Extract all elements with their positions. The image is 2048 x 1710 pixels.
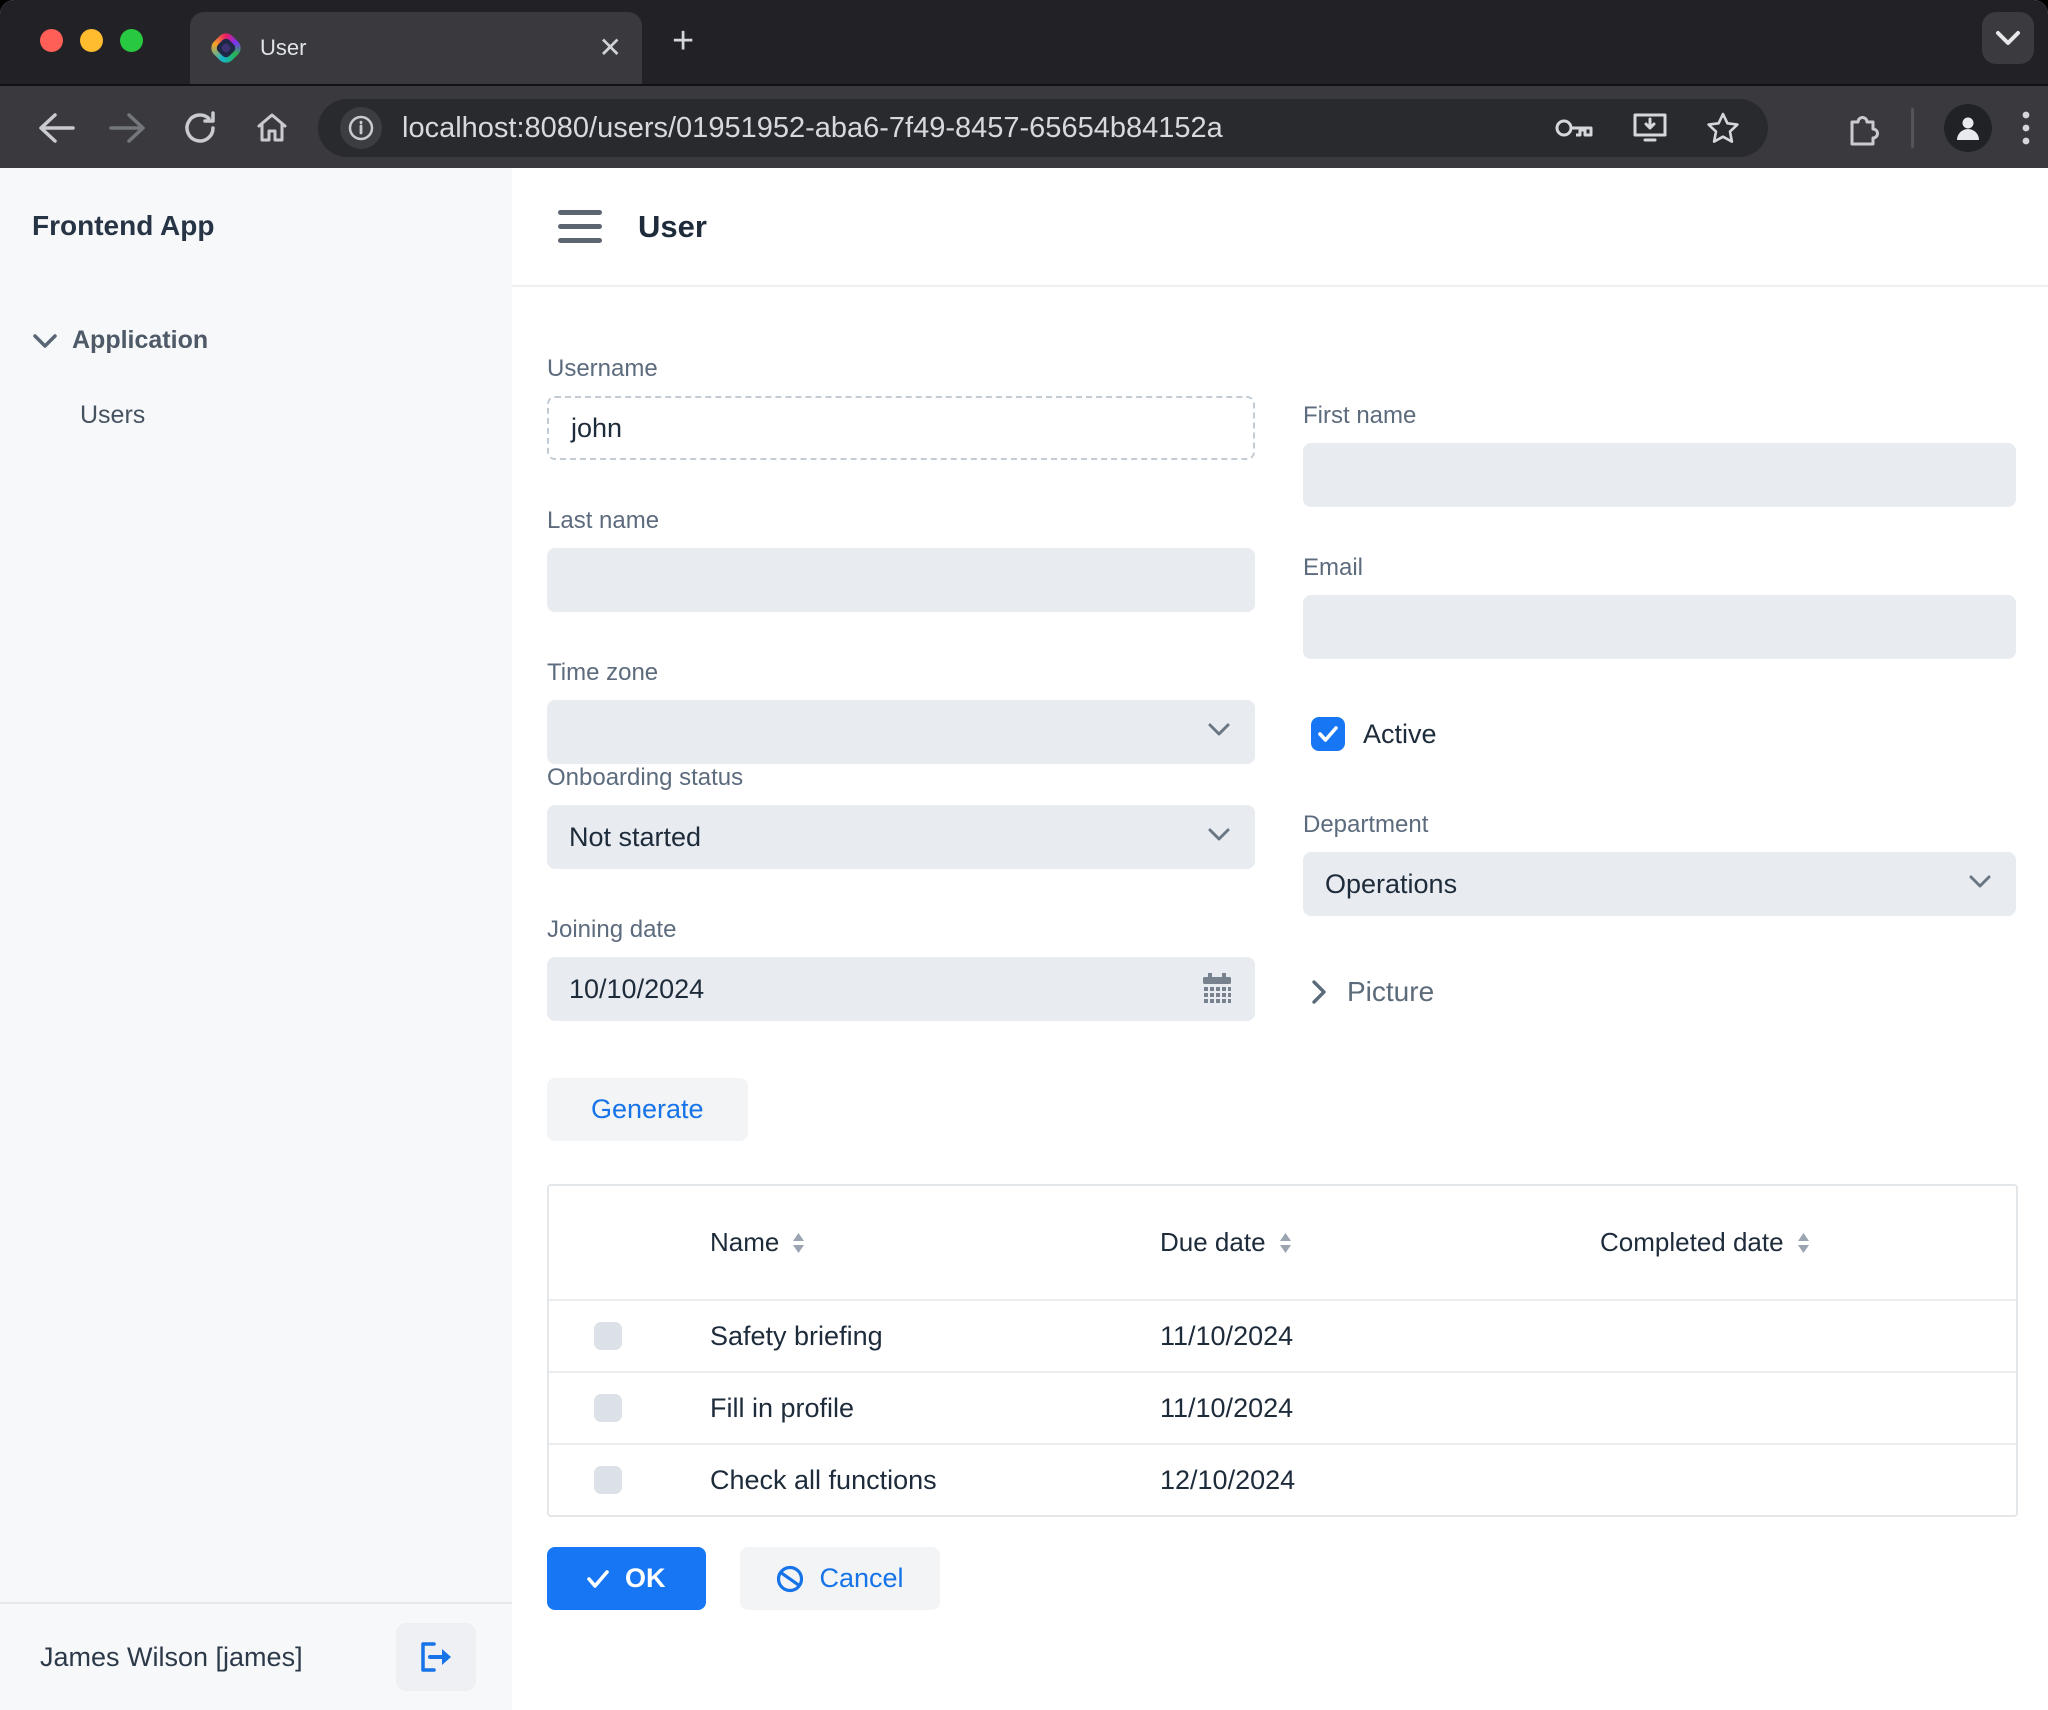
picture-section-label: Picture [1347,976,1435,1007]
browser-window: User ✕ + localhost:8080/users/01951952-a… [0,0,2048,1710]
email-label: Email [1303,554,1364,581]
menu-kebab-icon[interactable] [2022,111,2030,145]
cancel-button[interactable]: Cancel [739,1547,940,1610]
last-name-field[interactable] [547,548,1255,612]
minimize-window-button[interactable] [80,29,103,52]
back-icon [39,113,75,143]
install-app-icon[interactable] [1632,112,1668,144]
back-button[interactable] [28,86,84,170]
column-header-name[interactable]: Name [694,1227,1144,1258]
column-header-due-date[interactable]: Due date [1144,1227,1584,1258]
table-row[interactable]: Fill in profile 11/10/2024 [549,1371,2016,1443]
last-name-label: Last name [547,507,660,534]
close-window-button[interactable] [40,29,63,52]
picture-section-toggle[interactable]: Picture [1311,976,2016,1008]
sort-icon [793,1232,805,1253]
home-button[interactable] [244,86,300,170]
tab-title: User [260,35,307,60]
reload-button[interactable] [172,86,228,170]
sidebar-item-users[interactable]: Users [24,389,488,442]
task-name-cell: Safety briefing [710,1320,883,1351]
browser-toolbar: localhost:8080/users/01951952-aba6-7f49-… [0,84,2048,168]
task-name-cell: Check all functions [710,1464,937,1495]
logout-icon [421,1642,451,1672]
onboarding-status-select[interactable]: Not started [547,805,1255,869]
tasks-table: Name Due date Completed date Safety brie… [547,1184,2018,1517]
table-row[interactable]: Check all functions 12/10/2024 [549,1443,2016,1515]
hamburger-menu-icon[interactable] [558,210,602,243]
sidebar-section-label: Application [72,326,209,354]
zoom-window-button[interactable] [120,29,143,52]
chevron-down-icon [1208,828,1230,841]
first-name-field[interactable] [1303,443,2016,507]
info-icon [348,115,374,141]
sidebar: Frontend App Application Users James Wil… [0,168,512,1710]
forward-button[interactable] [100,86,156,170]
due-date-cell: 11/10/2024 [1160,1392,1294,1423]
chevron-down-icon [1208,723,1230,736]
onboarding-status-label: Onboarding status [547,764,744,791]
chevron-down-icon [1969,875,1991,888]
logout-button[interactable] [396,1623,476,1691]
username-label: Username [547,355,658,382]
tab-strip: User ✕ + [0,0,2048,84]
password-key-icon[interactable] [1554,115,1594,141]
row-checkbox[interactable] [594,1322,622,1350]
department-label: Department [1303,811,1429,838]
home-icon [257,113,287,142]
new-tab-button[interactable]: + [672,22,694,60]
active-label[interactable]: Active [1363,719,1437,750]
table-header-row: Name Due date Completed date [549,1186,2016,1299]
url-text: localhost:8080/users/01951952-aba6-7f49-… [402,111,1223,144]
toolbar-separator [1911,108,1914,148]
department-select[interactable]: Operations [1303,852,2016,916]
chevron-down-icon [33,333,57,348]
column-header-completed-date[interactable]: Completed date [1584,1227,2016,1258]
tab-close-icon[interactable]: ✕ [599,34,622,62]
window-controls [40,29,143,52]
joining-date-label: Joining date [547,916,677,943]
user-form: Username john First name Last name Email [512,287,2048,1610]
reload-icon [185,111,215,143]
joining-date-field[interactable]: 10/10/2024 [547,957,1255,1021]
extensions-icon[interactable] [1845,110,1881,146]
sort-icon [1279,1232,1291,1253]
check-icon [1318,726,1338,742]
app-title: Frontend App [32,210,215,241]
row-checkbox[interactable] [594,1394,622,1422]
site-info-button[interactable] [340,107,382,149]
table-row[interactable]: Safety briefing 11/10/2024 [549,1299,2016,1371]
forward-icon [109,113,145,143]
email-field[interactable] [1303,595,2016,659]
calendar-icon[interactable] [1201,972,1233,1006]
page-title: User [638,208,707,244]
active-checkbox[interactable] [1311,717,1345,751]
first-name-label: First name [1303,402,1417,429]
jmix-favicon-icon [207,29,245,67]
chevron-down-icon [1996,31,2020,45]
sidebar-footer: James Wilson [james] [0,1602,512,1710]
tab-search-button[interactable] [1982,12,2034,64]
bookmark-star-icon[interactable] [1706,112,1740,144]
username-field[interactable]: john [547,396,1255,460]
chevron-right-icon [1312,980,1326,1004]
due-date-cell: 12/10/2024 [1160,1464,1296,1495]
browser-tab[interactable]: User ✕ [190,12,642,84]
url-bar[interactable]: localhost:8080/users/01951952-aba6-7f49-… [318,99,1768,157]
task-name-cell: Fill in profile [710,1392,855,1423]
check-icon [587,1569,609,1588]
row-checkbox[interactable] [594,1466,622,1494]
time-zone-select[interactable] [547,700,1255,764]
generate-button[interactable]: Generate [547,1078,748,1141]
ban-icon [776,1565,803,1592]
sidebar-item-application[interactable]: Application [24,318,488,363]
ok-button[interactable]: OK [547,1547,706,1610]
view-header: User [512,168,2048,287]
current-user-label: James Wilson [james] [40,1641,303,1672]
due-date-cell: 11/10/2024 [1160,1320,1294,1351]
sort-icon [1797,1232,1809,1253]
time-zone-label: Time zone [547,659,659,686]
profile-avatar-icon[interactable] [1944,104,1992,152]
